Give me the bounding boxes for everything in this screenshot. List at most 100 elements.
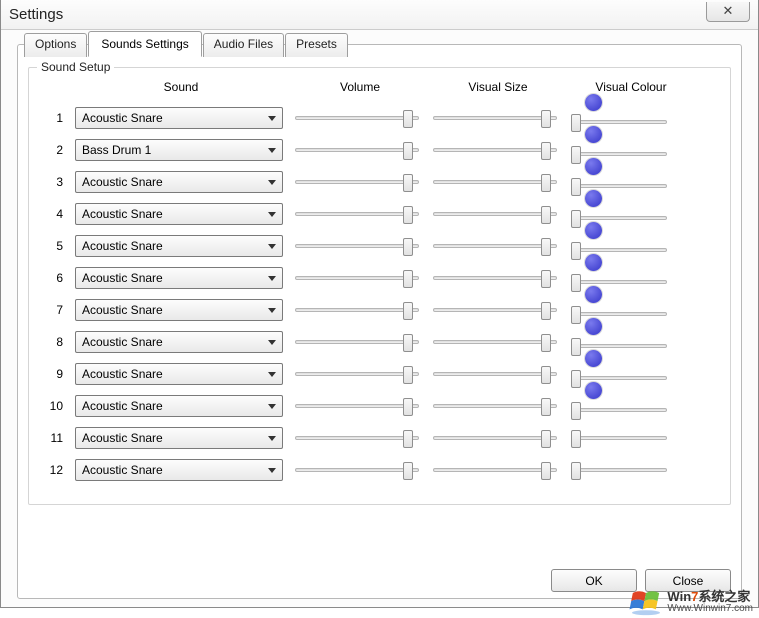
colour-swatch[interactable] — [585, 158, 602, 175]
slider-thumb[interactable] — [403, 366, 413, 384]
visual-size-slider[interactable] — [433, 140, 557, 160]
colour-swatch[interactable] — [585, 350, 602, 367]
colour-swatch[interactable] — [585, 94, 602, 111]
slider-thumb[interactable] — [403, 174, 413, 192]
visual-size-slider[interactable] — [433, 300, 557, 320]
visual-size-slider[interactable] — [433, 428, 557, 448]
tab-audio-files[interactable]: Audio Files — [203, 33, 284, 57]
slider-thumb[interactable] — [541, 462, 551, 480]
sound-select[interactable]: Acoustic Snare — [75, 203, 283, 225]
visual-size-slider[interactable] — [433, 396, 557, 416]
sound-select-label: Acoustic Snare — [82, 367, 163, 381]
slider-thumb[interactable] — [571, 210, 581, 228]
slider-thumb[interactable] — [541, 430, 551, 448]
volume-slider[interactable] — [295, 108, 419, 128]
volume-slider[interactable] — [295, 460, 419, 480]
volume-slider[interactable] — [295, 140, 419, 160]
visual-size-slider[interactable] — [433, 364, 557, 384]
sound-select[interactable]: Acoustic Snare — [75, 299, 283, 321]
window-close-button[interactable]: ✕ — [706, 2, 750, 22]
slider-thumb[interactable] — [541, 110, 551, 128]
sound-select[interactable]: Acoustic Snare — [75, 363, 283, 385]
colour-swatch[interactable] — [585, 382, 602, 399]
row-number: 9 — [43, 367, 67, 381]
slider-thumb[interactable] — [571, 242, 581, 260]
slider-thumb[interactable] — [541, 334, 551, 352]
slider-thumb[interactable] — [541, 142, 551, 160]
close-button[interactable]: Close — [645, 569, 731, 592]
slider-thumb[interactable] — [403, 430, 413, 448]
colour-swatch[interactable] — [585, 190, 602, 207]
tab-presets[interactable]: Presets — [285, 33, 348, 57]
slider-thumb[interactable] — [571, 430, 581, 448]
slider-thumb[interactable] — [571, 462, 581, 480]
visual-size-slider[interactable] — [433, 236, 557, 256]
slider-thumb[interactable] — [571, 274, 581, 292]
visual-size-slider[interactable] — [433, 172, 557, 192]
colour-swatch[interactable] — [585, 286, 602, 303]
sound-select[interactable]: Acoustic Snare — [75, 395, 283, 417]
visual-colour-slider[interactable] — [571, 460, 667, 480]
slider-thumb[interactable] — [541, 174, 551, 192]
volume-slider[interactable] — [295, 172, 419, 192]
tab-options[interactable]: Options — [24, 33, 87, 57]
slider-thumb[interactable] — [541, 206, 551, 224]
slider-thumb[interactable] — [403, 270, 413, 288]
volume-slider[interactable] — [295, 268, 419, 288]
chevron-down-icon — [268, 180, 276, 185]
volume-slider[interactable] — [295, 364, 419, 384]
slider-thumb[interactable] — [403, 334, 413, 352]
sound-select[interactable]: Acoustic Snare — [75, 267, 283, 289]
slider-thumb[interactable] — [541, 302, 551, 320]
slider-thumb[interactable] — [571, 370, 581, 388]
chevron-down-icon — [268, 404, 276, 409]
visual-colour-slider[interactable] — [571, 400, 667, 420]
volume-slider[interactable] — [295, 300, 419, 320]
slider-thumb[interactable] — [403, 462, 413, 480]
volume-slider[interactable] — [295, 236, 419, 256]
ok-button[interactable]: OK — [551, 569, 637, 592]
slider-thumb[interactable] — [571, 114, 581, 132]
slider-thumb[interactable] — [541, 366, 551, 384]
slider-thumb[interactable] — [571, 306, 581, 324]
slider-thumb[interactable] — [571, 338, 581, 356]
slider-thumb[interactable] — [541, 238, 551, 256]
slider-thumb[interactable] — [403, 238, 413, 256]
dialog-buttons: OK Close — [551, 569, 731, 592]
sound-select[interactable]: Acoustic Snare — [75, 331, 283, 353]
slider-thumb[interactable] — [403, 302, 413, 320]
visual-size-slider[interactable] — [433, 332, 557, 352]
slider-thumb[interactable] — [403, 142, 413, 160]
volume-slider[interactable] — [295, 332, 419, 352]
volume-slider[interactable] — [295, 396, 419, 416]
slider-thumb[interactable] — [541, 398, 551, 416]
tab-sounds-settings[interactable]: Sounds Settings — [88, 31, 201, 57]
row-number: 10 — [43, 399, 67, 413]
visual-colour-slider[interactable] — [571, 428, 667, 448]
colour-swatch[interactable] — [585, 222, 602, 239]
row-number: 8 — [43, 335, 67, 349]
sound-select[interactable]: Bass Drum 1 — [75, 139, 283, 161]
sound-select[interactable]: Acoustic Snare — [75, 235, 283, 257]
colour-swatch[interactable] — [585, 254, 602, 271]
colour-swatch[interactable] — [585, 318, 602, 335]
visual-size-slider[interactable] — [433, 460, 557, 480]
slider-thumb[interactable] — [403, 398, 413, 416]
slider-thumb[interactable] — [403, 110, 413, 128]
slider-thumb[interactable] — [571, 402, 581, 420]
slider-thumb[interactable] — [541, 270, 551, 288]
sound-select[interactable]: Acoustic Snare — [75, 171, 283, 193]
volume-slider[interactable] — [295, 204, 419, 224]
sound-select[interactable]: Acoustic Snare — [75, 459, 283, 481]
visual-size-slider[interactable] — [433, 204, 557, 224]
sound-select[interactable]: Acoustic Snare — [75, 107, 283, 129]
sound-select[interactable]: Acoustic Snare — [75, 427, 283, 449]
volume-slider[interactable] — [295, 428, 419, 448]
visual-size-slider[interactable] — [433, 268, 557, 288]
visual-size-slider[interactable] — [433, 108, 557, 128]
sound-select-label: Acoustic Snare — [82, 303, 163, 317]
slider-thumb[interactable] — [571, 146, 581, 164]
slider-thumb[interactable] — [403, 206, 413, 224]
slider-thumb[interactable] — [571, 178, 581, 196]
colour-swatch[interactable] — [585, 126, 602, 143]
